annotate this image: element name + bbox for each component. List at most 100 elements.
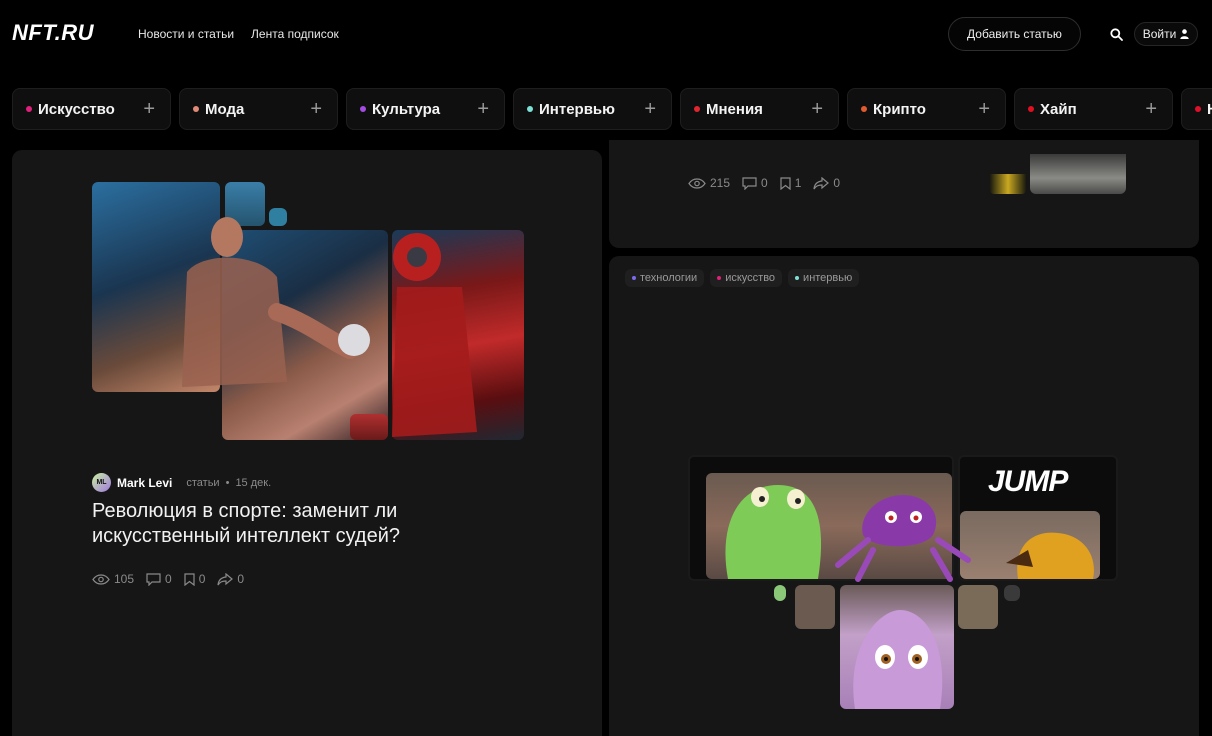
bookmarks-stat[interactable]: 1 — [780, 176, 802, 190]
category-dot — [193, 106, 199, 112]
tag-technology[interactable]: технологии — [625, 269, 705, 287]
article-image[interactable] — [92, 182, 524, 444]
search-button[interactable] — [1106, 24, 1126, 44]
views-count: 105 — [114, 572, 135, 586]
image-tile — [990, 174, 1026, 194]
article-card-top-right[interactable]: 215 0 1 0 — [609, 140, 1199, 248]
tag-dot — [632, 276, 636, 280]
plus-icon[interactable]: + — [978, 99, 990, 119]
tag-interview[interactable]: интервью — [788, 269, 860, 287]
category-dot — [527, 106, 533, 112]
site-header: NFT.RU Новости и статьи Лента подписок Д… — [0, 0, 1212, 70]
shares-stat[interactable]: 0 — [217, 572, 244, 586]
site-logo[interactable]: NFT.RU — [12, 20, 94, 46]
tag-label: технологии — [640, 272, 698, 284]
purple-character — [853, 610, 943, 709]
category-label: Мода — [205, 100, 245, 118]
login-button[interactable]: Войти — [1134, 22, 1198, 46]
category-dot — [694, 106, 700, 112]
image-tile — [958, 585, 998, 629]
category-dot — [1028, 106, 1034, 112]
search-icon — [1109, 27, 1123, 41]
category-interview[interactable]: Интервью + — [513, 88, 672, 130]
login-label: Войти — [1142, 27, 1177, 41]
add-article-button[interactable]: Добавить статью — [948, 17, 1081, 51]
plus-icon[interactable]: + — [477, 99, 489, 119]
category-opinions[interactable]: Мнения + — [680, 88, 839, 130]
article-section[interactable]: статьи — [186, 477, 219, 489]
category-label: Культура — [372, 100, 441, 118]
image-tile — [1030, 154, 1126, 194]
boxer-illustration — [182, 217, 477, 437]
article-title[interactable]: Революция в спорте: заменит ли искусстве… — [92, 499, 512, 549]
image-tile — [1004, 585, 1020, 601]
article-stats: 215 0 1 0 — [688, 176, 840, 190]
article-image-partial[interactable] — [990, 154, 1126, 194]
tag-label: искусство — [725, 272, 776, 284]
views-stat: 105 — [92, 572, 134, 586]
eye-icon — [688, 177, 706, 189]
article-card-main[interactable]: ML Mark Levi статьи • 15 дек. Революция … — [12, 150, 602, 736]
article-tags: технологии искусство интервью — [625, 269, 860, 287]
bookmarks-count: 0 — [198, 572, 206, 586]
comments-count: 0 — [165, 572, 172, 586]
shares-count: 0 — [237, 572, 245, 586]
image-tile — [795, 585, 835, 629]
image-tile — [774, 585, 786, 601]
category-label: Хайп — [1040, 100, 1077, 118]
share-icon — [217, 572, 234, 585]
tag-dot — [795, 276, 800, 280]
category-art[interactable]: Искусство + — [12, 88, 171, 130]
jump-logo: JUMP — [988, 465, 1068, 498]
plus-icon[interactable]: + — [310, 99, 322, 119]
category-label: Крипто — [873, 100, 926, 118]
eye-icon — [92, 573, 110, 585]
article-image[interactable]: JUMP — [688, 455, 1120, 715]
comments-stat[interactable]: 0 — [742, 176, 768, 190]
share-icon — [813, 176, 830, 189]
category-label: Мнения — [706, 100, 763, 118]
main-nav: Новости и статьи Лента подписок — [138, 27, 339, 41]
comments-stat[interactable]: 0 — [146, 572, 172, 586]
article-card-bottom-right[interactable]: технологии искусство интервью JUMP — [609, 256, 1199, 736]
category-label: Н — [1207, 101, 1212, 118]
tag-art[interactable]: искусство — [710, 269, 783, 287]
bookmark-icon — [780, 176, 791, 190]
category-culture[interactable]: Культура + — [346, 88, 505, 130]
plus-icon[interactable]: + — [1145, 99, 1157, 119]
avatar[interactable]: ML — [92, 473, 111, 492]
comments-count: 0 — [761, 176, 768, 190]
plus-icon[interactable]: + — [143, 99, 155, 119]
meta-separator: • — [225, 476, 230, 489]
category-label: Искусство — [38, 100, 115, 118]
article-stats: 105 0 0 0 — [92, 572, 244, 586]
article-author: ML Mark Levi статьи • 15 дек. — [92, 473, 271, 492]
article-date: 15 дек. — [235, 476, 272, 489]
nav-subscriptions-feed[interactable]: Лента подписок — [251, 27, 339, 41]
shares-stat[interactable]: 0 — [813, 176, 840, 190]
category-hype[interactable]: Хайп + — [1014, 88, 1173, 130]
user-icon — [1180, 29, 1189, 39]
bookmarks-count: 1 — [794, 176, 802, 190]
category-dot — [861, 106, 867, 112]
category-crypto[interactable]: Крипто + — [847, 88, 1006, 130]
plus-icon[interactable]: + — [811, 99, 823, 119]
category-dot — [26, 106, 32, 112]
category-cut-off[interactable]: Н — [1181, 88, 1212, 130]
category-fashion[interactable]: Мода + — [179, 88, 338, 130]
bookmark-icon — [184, 572, 195, 586]
tag-dot — [717, 276, 722, 280]
views-count: 215 — [710, 176, 731, 190]
category-dot — [360, 106, 366, 112]
bookmarks-stat[interactable]: 0 — [184, 572, 206, 586]
comment-icon — [146, 572, 161, 586]
nav-news-articles[interactable]: Новости и статьи — [138, 27, 234, 41]
comment-icon — [742, 176, 757, 190]
category-label: Интервью — [539, 100, 615, 118]
category-dot — [1195, 106, 1201, 112]
plus-icon[interactable]: + — [644, 99, 656, 119]
shares-count: 0 — [833, 176, 841, 190]
author-name[interactable]: Mark Levi — [117, 476, 172, 490]
views-stat: 215 — [688, 176, 730, 190]
tag-label: интервью — [803, 272, 853, 284]
